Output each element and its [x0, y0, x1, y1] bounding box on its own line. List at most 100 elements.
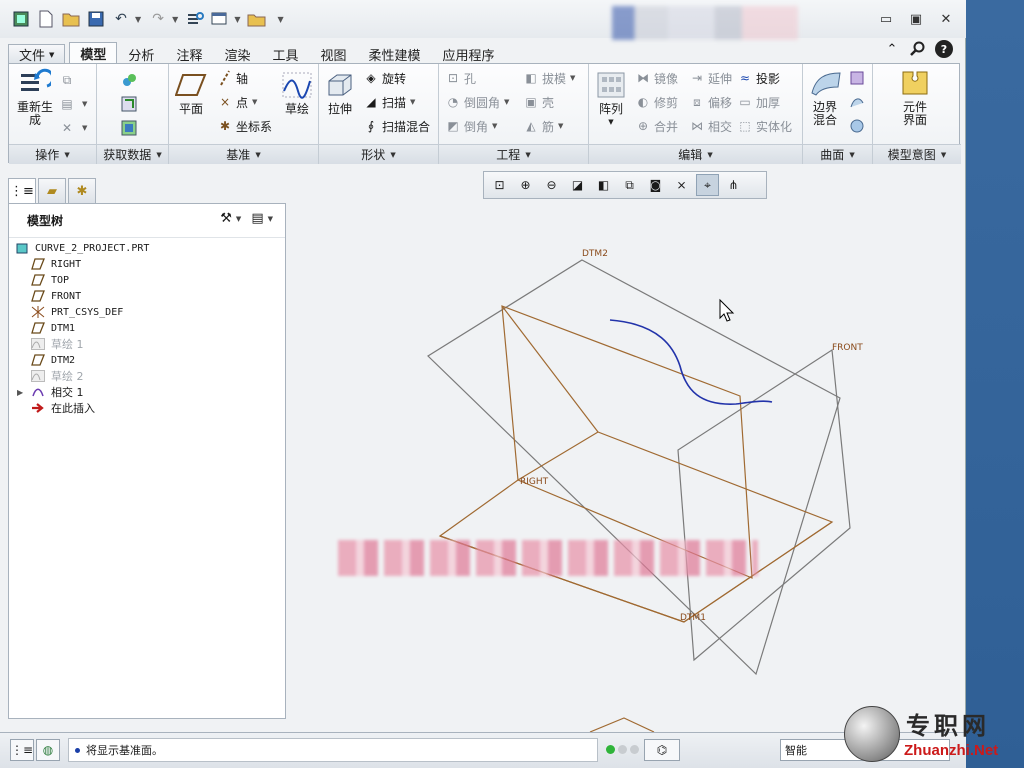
- tab-file[interactable]: 文件 ▼: [8, 44, 66, 64]
- refit-icon[interactable]: ⊡: [488, 174, 511, 196]
- new-file-icon[interactable]: [35, 8, 57, 30]
- collapse-ribbon-icon[interactable]: ⌃: [883, 40, 901, 58]
- open-folder-icon[interactable]: [60, 8, 82, 30]
- undo-dropdown-icon[interactable]: ▼: [135, 15, 141, 24]
- redo-dropdown-icon[interactable]: ▼: [172, 15, 178, 24]
- group-label-model-intent[interactable]: 模型意图: [873, 144, 961, 164]
- zoom-in-icon[interactable]: ⊕: [514, 174, 537, 196]
- group-label-operations[interactable]: 操作: [9, 144, 96, 164]
- tree-item[interactable]: ▶ 相交 1: [9, 384, 285, 400]
- zoom-out-icon[interactable]: ⊖: [540, 174, 563, 196]
- datum-display-icon[interactable]: ⨯: [670, 174, 693, 196]
- tree-item[interactable]: TOP: [9, 272, 285, 288]
- tree-item[interactable]: PRT_CSYS_DEF: [9, 304, 285, 320]
- graphics-viewport[interactable]: DTM2 FRONT RIGHT DTM1: [290, 200, 962, 733]
- saved-orientations-icon[interactable]: ⧉: [618, 174, 641, 196]
- settings-dropdown-icon[interactable]: ▼: [236, 215, 241, 223]
- model-tree-tab[interactable]: ⋮≡: [8, 178, 36, 204]
- tree-item[interactable]: DTM1: [9, 320, 285, 336]
- redo-icon[interactable]: ↷: [147, 8, 169, 30]
- paste-button[interactable]: ▤ ▼: [59, 94, 87, 114]
- group-label-shapes[interactable]: 形状: [319, 144, 438, 164]
- merge-button[interactable]: ⊕ 合并: [635, 116, 678, 136]
- mirror-button[interactable]: ⧓ 镜像: [635, 68, 678, 88]
- folder-browser-tab[interactable]: ▰: [38, 178, 66, 204]
- fill-button[interactable]: [849, 68, 868, 88]
- sweep-button[interactable]: ◢ 扫描 ▼: [363, 92, 415, 112]
- spin-center-icon[interactable]: ⋔: [722, 174, 745, 196]
- draft-button[interactable]: ◧ 拔模 ▼: [523, 68, 575, 88]
- trim-button[interactable]: ◐ 修剪: [635, 92, 678, 112]
- hole-button[interactable]: ⊡ 孔: [445, 68, 476, 88]
- group-label-get-data[interactable]: 获取数据: [97, 144, 168, 164]
- intersect-button[interactable]: ⋈ 相交: [689, 116, 732, 136]
- help-icon[interactable]: ?: [935, 40, 953, 58]
- group-label-datum[interactable]: 基准: [169, 144, 318, 164]
- project-button[interactable]: ≈ 投影: [737, 68, 780, 88]
- plane-button[interactable]: 平面: [173, 70, 209, 116]
- show-icon[interactable]: ▤: [251, 211, 263, 226]
- rib-button[interactable]: ◭ 筋 ▼: [523, 116, 563, 136]
- annotation-display-icon[interactable]: ⌖: [696, 174, 719, 196]
- delete-button[interactable]: ✕ ▼: [59, 118, 87, 138]
- close-icon[interactable]: ✕: [937, 10, 955, 28]
- tab-tools[interactable]: 工具: [261, 44, 309, 64]
- display-style-icon[interactable]: ◧: [592, 174, 615, 196]
- style-button[interactable]: [849, 92, 868, 112]
- freestyle-button[interactable]: [849, 116, 868, 136]
- restore-icon[interactable]: ▣: [907, 10, 925, 28]
- tab-render[interactable]: 渲染: [213, 44, 261, 64]
- chamfer-button[interactable]: ◩ 倒角 ▼: [445, 116, 497, 136]
- group-label-editing[interactable]: 编辑: [589, 144, 802, 164]
- user-defined-feature-button[interactable]: [121, 70, 140, 90]
- close-window-icon[interactable]: [246, 8, 268, 30]
- regenerate-icon[interactable]: [184, 8, 206, 30]
- coordinate-system-button[interactable]: ✱ 坐标系: [217, 116, 272, 136]
- tab-model[interactable]: 模型: [69, 42, 118, 64]
- group-label-surfaces[interactable]: 曲面: [803, 144, 872, 164]
- tree-item[interactable]: 在此插入: [9, 400, 285, 416]
- extrude-button[interactable]: 拉伸: [323, 70, 357, 116]
- round-button[interactable]: ◔ 倒圆角 ▼: [445, 92, 510, 112]
- settings-icon[interactable]: ⚒: [220, 211, 232, 226]
- undo-icon[interactable]: ↶: [110, 8, 132, 30]
- favorites-tab[interactable]: ✱: [68, 178, 96, 204]
- thicken-button[interactable]: ▭ 加厚: [737, 92, 780, 112]
- windows-dropdown-icon[interactable]: ▼: [234, 15, 240, 24]
- toggle-navigator-button[interactable]: ⋮≡: [10, 739, 34, 761]
- tab-view[interactable]: 视图: [309, 44, 357, 64]
- tree-item[interactable]: FRONT: [9, 288, 285, 304]
- view-manager-icon[interactable]: ◙: [644, 174, 667, 196]
- shell-button[interactable]: ▣ 壳: [523, 92, 554, 112]
- offset-button[interactable]: ⧈ 偏移: [689, 92, 732, 112]
- axis-button[interactable]: 轴: [217, 68, 248, 88]
- solidify-button[interactable]: ⬚ 实体化: [737, 116, 792, 136]
- tab-flexible-modeling[interactable]: 柔性建模: [358, 44, 432, 64]
- sketch-button[interactable]: 草绘: [279, 70, 315, 116]
- app-icon[interactable]: [10, 8, 32, 30]
- extend-button[interactable]: ⇥ 延伸: [689, 68, 732, 88]
- copy-button[interactable]: ⧉: [59, 70, 78, 90]
- tree-item[interactable]: DTM2: [9, 352, 285, 368]
- minimize-icon[interactable]: ▭: [877, 10, 895, 28]
- group-label-engineering[interactable]: 工程: [439, 144, 588, 164]
- show-dropdown-icon[interactable]: ▼: [268, 215, 273, 223]
- revolve-button[interactable]: ◈ 旋转: [363, 68, 406, 88]
- boundary-blend-button[interactable]: 边界 混合: [805, 68, 845, 127]
- component-interface-button[interactable]: 元件 界面: [893, 68, 937, 127]
- tree-item[interactable]: 草绘 1: [9, 336, 285, 352]
- pattern-button[interactable]: 阵列 ▼: [593, 70, 629, 129]
- customize-toolbar-icon[interactable]: ▼: [277, 15, 283, 24]
- tree-item[interactable]: RIGHT: [9, 256, 285, 272]
- search-icon[interactable]: [909, 40, 927, 58]
- toggle-browser-button[interactable]: ◍: [36, 739, 60, 761]
- tab-annotate[interactable]: 注释: [165, 44, 213, 64]
- tree-item[interactable]: CURVE_2_PROJECT.PRT: [9, 240, 285, 256]
- copy-geometry-button[interactable]: [121, 94, 140, 114]
- expand-icon[interactable]: ▶: [17, 388, 27, 397]
- save-icon[interactable]: [85, 8, 107, 30]
- tab-applications[interactable]: 应用程序: [432, 44, 506, 64]
- regenerate-button[interactable]: 重新生 成: [13, 68, 57, 127]
- windows-icon[interactable]: [209, 8, 231, 30]
- shrinkwrap-button[interactable]: [121, 118, 140, 138]
